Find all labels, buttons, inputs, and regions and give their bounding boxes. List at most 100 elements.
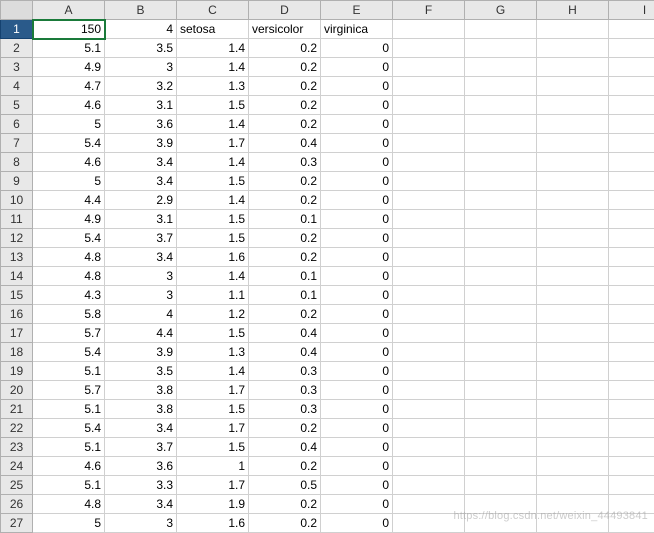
cell-B25[interactable]: 3.3: [105, 476, 177, 495]
cell-D25[interactable]: 0.5: [249, 476, 321, 495]
column-header-H[interactable]: H: [537, 1, 609, 20]
cell-F26[interactable]: [393, 495, 465, 514]
cell-H25[interactable]: [537, 476, 609, 495]
cell-A6[interactable]: 5: [33, 115, 105, 134]
cell-E25[interactable]: 0: [321, 476, 393, 495]
cell-C22[interactable]: 1.7: [177, 419, 249, 438]
cell-B22[interactable]: 3.4: [105, 419, 177, 438]
cell-F2[interactable]: [393, 39, 465, 58]
cell-G25[interactable]: [465, 476, 537, 495]
cell-A26[interactable]: 4.8: [33, 495, 105, 514]
row-header-8[interactable]: 8: [1, 153, 33, 172]
row-header-12[interactable]: 12: [1, 229, 33, 248]
column-header-C[interactable]: C: [177, 1, 249, 20]
cell-A7[interactable]: 5.4: [33, 134, 105, 153]
row-header-2[interactable]: 2: [1, 39, 33, 58]
cell-I26[interactable]: [609, 495, 654, 514]
cell-E16[interactable]: 0: [321, 305, 393, 324]
cell-G13[interactable]: [465, 248, 537, 267]
cell-D6[interactable]: 0.2: [249, 115, 321, 134]
cell-A10[interactable]: 4.4: [33, 191, 105, 210]
cell-E9[interactable]: 0: [321, 172, 393, 191]
cell-H15[interactable]: [537, 286, 609, 305]
cell-G21[interactable]: [465, 400, 537, 419]
cell-G5[interactable]: [465, 96, 537, 115]
cell-B5[interactable]: 3.1: [105, 96, 177, 115]
column-header-A[interactable]: A: [33, 1, 105, 20]
cell-B1[interactable]: 4: [105, 20, 177, 39]
cell-E19[interactable]: 0: [321, 362, 393, 381]
cell-G6[interactable]: [465, 115, 537, 134]
cell-F5[interactable]: [393, 96, 465, 115]
cell-E13[interactable]: 0: [321, 248, 393, 267]
cell-I23[interactable]: [609, 438, 654, 457]
cell-H10[interactable]: [537, 191, 609, 210]
cell-G12[interactable]: [465, 229, 537, 248]
cell-G8[interactable]: [465, 153, 537, 172]
column-header-B[interactable]: B: [105, 1, 177, 20]
cell-I8[interactable]: [609, 153, 654, 172]
cell-A20[interactable]: 5.7: [33, 381, 105, 400]
cell-B12[interactable]: 3.7: [105, 229, 177, 248]
cell-G10[interactable]: [465, 191, 537, 210]
cell-F13[interactable]: [393, 248, 465, 267]
cell-C3[interactable]: 1.4: [177, 58, 249, 77]
cell-A16[interactable]: 5.8: [33, 305, 105, 324]
cell-G11[interactable]: [465, 210, 537, 229]
cell-A1[interactable]: 150: [33, 20, 105, 39]
cell-E18[interactable]: 0: [321, 343, 393, 362]
cell-B3[interactable]: 3: [105, 58, 177, 77]
cell-C17[interactable]: 1.5: [177, 324, 249, 343]
cell-H16[interactable]: [537, 305, 609, 324]
cell-C7[interactable]: 1.7: [177, 134, 249, 153]
cell-D11[interactable]: 0.1: [249, 210, 321, 229]
cell-C1[interactable]: setosa: [177, 20, 249, 39]
cell-B2[interactable]: 3.5: [105, 39, 177, 58]
cell-F22[interactable]: [393, 419, 465, 438]
cell-G22[interactable]: [465, 419, 537, 438]
cell-G19[interactable]: [465, 362, 537, 381]
cell-H9[interactable]: [537, 172, 609, 191]
cell-H13[interactable]: [537, 248, 609, 267]
cell-F25[interactable]: [393, 476, 465, 495]
cell-F4[interactable]: [393, 77, 465, 96]
cell-G1[interactable]: [465, 20, 537, 39]
cell-C23[interactable]: 1.5: [177, 438, 249, 457]
row-header-3[interactable]: 3: [1, 58, 33, 77]
cell-D5[interactable]: 0.2: [249, 96, 321, 115]
row-header-21[interactable]: 21: [1, 400, 33, 419]
cell-H23[interactable]: [537, 438, 609, 457]
cell-A3[interactable]: 4.9: [33, 58, 105, 77]
cell-C16[interactable]: 1.2: [177, 305, 249, 324]
cell-E22[interactable]: 0: [321, 419, 393, 438]
cell-F19[interactable]: [393, 362, 465, 381]
cell-E12[interactable]: 0: [321, 229, 393, 248]
cell-C24[interactable]: 1: [177, 457, 249, 476]
cell-F20[interactable]: [393, 381, 465, 400]
cell-I11[interactable]: [609, 210, 654, 229]
cell-H22[interactable]: [537, 419, 609, 438]
cell-D15[interactable]: 0.1: [249, 286, 321, 305]
cell-H2[interactable]: [537, 39, 609, 58]
cell-B8[interactable]: 3.4: [105, 153, 177, 172]
cell-H19[interactable]: [537, 362, 609, 381]
cell-E20[interactable]: 0: [321, 381, 393, 400]
cell-D24[interactable]: 0.2: [249, 457, 321, 476]
cell-B21[interactable]: 3.8: [105, 400, 177, 419]
cell-F23[interactable]: [393, 438, 465, 457]
cell-H24[interactable]: [537, 457, 609, 476]
cell-C9[interactable]: 1.5: [177, 172, 249, 191]
cell-F1[interactable]: [393, 20, 465, 39]
cell-D20[interactable]: 0.3: [249, 381, 321, 400]
cell-I6[interactable]: [609, 115, 654, 134]
cell-C6[interactable]: 1.4: [177, 115, 249, 134]
cell-E17[interactable]: 0: [321, 324, 393, 343]
row-header-16[interactable]: 16: [1, 305, 33, 324]
cell-I19[interactable]: [609, 362, 654, 381]
cell-B27[interactable]: 3: [105, 514, 177, 533]
row-header-7[interactable]: 7: [1, 134, 33, 153]
column-header-G[interactable]: G: [465, 1, 537, 20]
cell-F7[interactable]: [393, 134, 465, 153]
cell-I16[interactable]: [609, 305, 654, 324]
row-header-13[interactable]: 13: [1, 248, 33, 267]
